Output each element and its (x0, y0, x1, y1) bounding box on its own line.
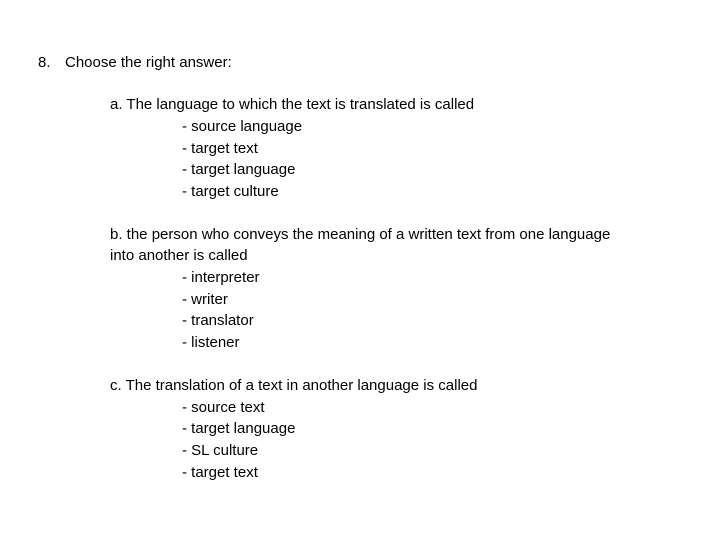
answer-option: - SL culture (182, 442, 259, 459)
question-prompt-continued: into another is called (110, 247, 248, 264)
question-prompt: b. the person who conveys the meaning of… (110, 226, 611, 243)
heading-text: Choose the right answer: (65, 54, 232, 71)
question-prompt: c. The translation of a text in another … (110, 377, 478, 394)
answer-option: - source text (182, 399, 265, 416)
answer-option: - translator (182, 312, 254, 329)
answer-option: - target language (182, 161, 296, 178)
answer-option: - interpreter (182, 269, 260, 286)
answer-option: - writer (182, 291, 228, 308)
answer-option: - target language (182, 420, 296, 437)
question-prompt: a. The language to which the text is tra… (110, 96, 475, 113)
answer-option: - target text (182, 140, 258, 157)
answer-option: - source language (182, 118, 303, 135)
answer-option: - listener (182, 334, 240, 351)
answer-option: - target text (182, 464, 258, 481)
answer-option: - target culture (182, 183, 279, 200)
heading-number: 8. (38, 54, 51, 71)
